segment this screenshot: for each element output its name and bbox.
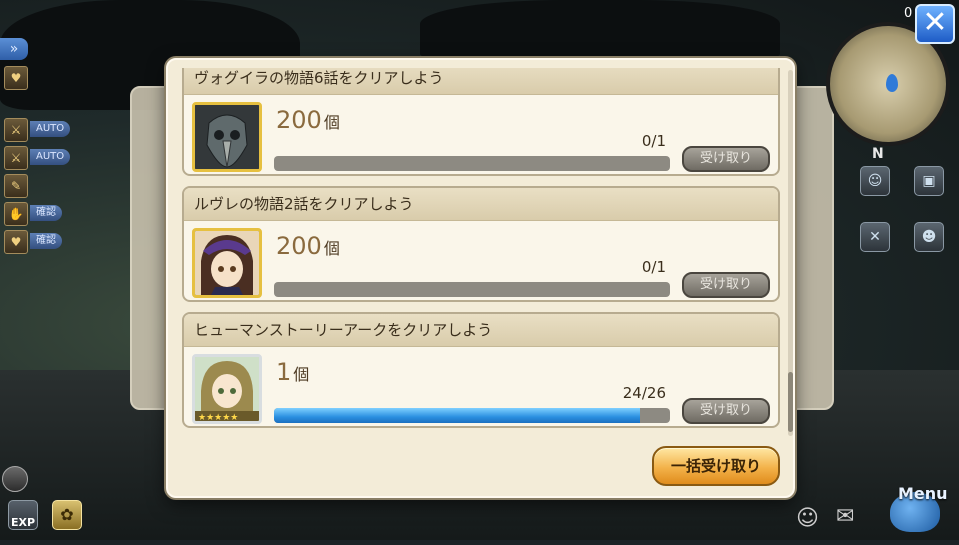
mission-card: ルヴレの物語2話をクリアしよう 200 個 0/1 受け取り (182, 186, 780, 302)
mission-reward-portrait (192, 102, 262, 172)
reward-amount: 1個 (276, 358, 310, 386)
notification-counter: 0 (904, 6, 913, 21)
reward-unit: 個 (323, 113, 340, 132)
claim-button[interactable]: 受け取り (682, 146, 770, 172)
exp-label: EXP (10, 516, 36, 529)
mission-card: ヴォグイラの物語6話をクリアしよう 200 個 0/1 受け取り (182, 68, 780, 176)
auto-toggle-1[interactable]: AUTO (30, 121, 71, 137)
progress-text: 0/1 (641, 132, 666, 150)
quest-icon-4[interactable]: ✋ (4, 202, 28, 226)
quest-icon-3[interactable]: ✎ (4, 174, 28, 198)
party-icon[interactable]: ▣ (914, 166, 944, 196)
progress-fill (274, 408, 640, 423)
close-button[interactable]: ✕ (915, 4, 955, 44)
menu-label: Menu (898, 484, 948, 503)
bulk-claim-button[interactable]: 一括受け取り (652, 446, 780, 486)
progress-bar (274, 282, 670, 297)
battle-icon[interactable]: ✕ (860, 222, 890, 252)
mission-title: ルヴレの物語2話をクリアしよう (184, 188, 778, 221)
confirm-tag-2[interactable]: 確認 (30, 233, 62, 249)
compass-north-label: N (872, 146, 884, 162)
menu-button[interactable]: Menu (880, 484, 952, 536)
exp-button[interactable]: EXP (8, 500, 38, 530)
quest-icon-1[interactable]: ⚔ (4, 118, 28, 142)
quest-icon-2[interactable]: ⚔ (4, 146, 28, 170)
auto-toggle-2[interactable]: AUTO (30, 149, 71, 165)
mission-reward-portrait: ★★★★★ (192, 354, 262, 424)
mission-card: ヒューマンストーリーアークをクリアしよう ★★★★★ 1個 24/26 受け取り (182, 312, 780, 428)
reward-unit: 個 (293, 365, 310, 384)
inventory-icon[interactable]: ✿ (52, 500, 82, 530)
quest-icon-5[interactable]: ♥ (4, 230, 28, 254)
mission-reward-portrait (192, 228, 262, 298)
mission-dialog: ヴォグイラの物語6話をクリアしよう 200 個 0/1 受け取り ルヴレの物語2話… (166, 58, 795, 498)
reward-unit: 個 (323, 239, 340, 258)
mission-icon[interactable]: ♥ (4, 66, 28, 90)
progress-text: 0/1 (641, 258, 666, 276)
progress-bar (274, 156, 670, 171)
chat-icon[interactable]: ✉ (836, 504, 866, 530)
mission-title: ヒューマンストーリーアークをクリアしよう (184, 314, 778, 347)
settings-circle-icon[interactable] (2, 466, 28, 492)
reward-amount: 200 個 (276, 106, 340, 134)
mission-list-scrollbar[interactable] (788, 70, 793, 436)
claim-button[interactable]: 受け取り (682, 272, 770, 298)
claim-button[interactable]: 受け取り (682, 398, 770, 424)
mission-list[interactable]: ヴォグイラの物語6話をクリアしよう 200 個 0/1 受け取り ルヴレの物語2話… (180, 68, 782, 436)
player-pin-icon (886, 74, 898, 92)
progress-bar (274, 408, 670, 423)
mission-title: ヴォグイラの物語6話をクリアしよう (184, 68, 778, 95)
group-icon[interactable]: ☻ (914, 222, 944, 252)
map-character-icon[interactable]: ☺ (860, 166, 890, 196)
reward-amount: 200 個 (276, 232, 340, 260)
confirm-tag-1[interactable]: 確認 (30, 205, 62, 221)
scrollbar-thumb[interactable] (788, 372, 793, 432)
progress-text: 24/26 (622, 384, 666, 402)
emote-icon[interactable]: ☺ (796, 506, 824, 534)
svg-text:★★★★★: ★★★★★ (198, 413, 238, 421)
expand-arrow-button[interactable]: » (0, 38, 28, 60)
